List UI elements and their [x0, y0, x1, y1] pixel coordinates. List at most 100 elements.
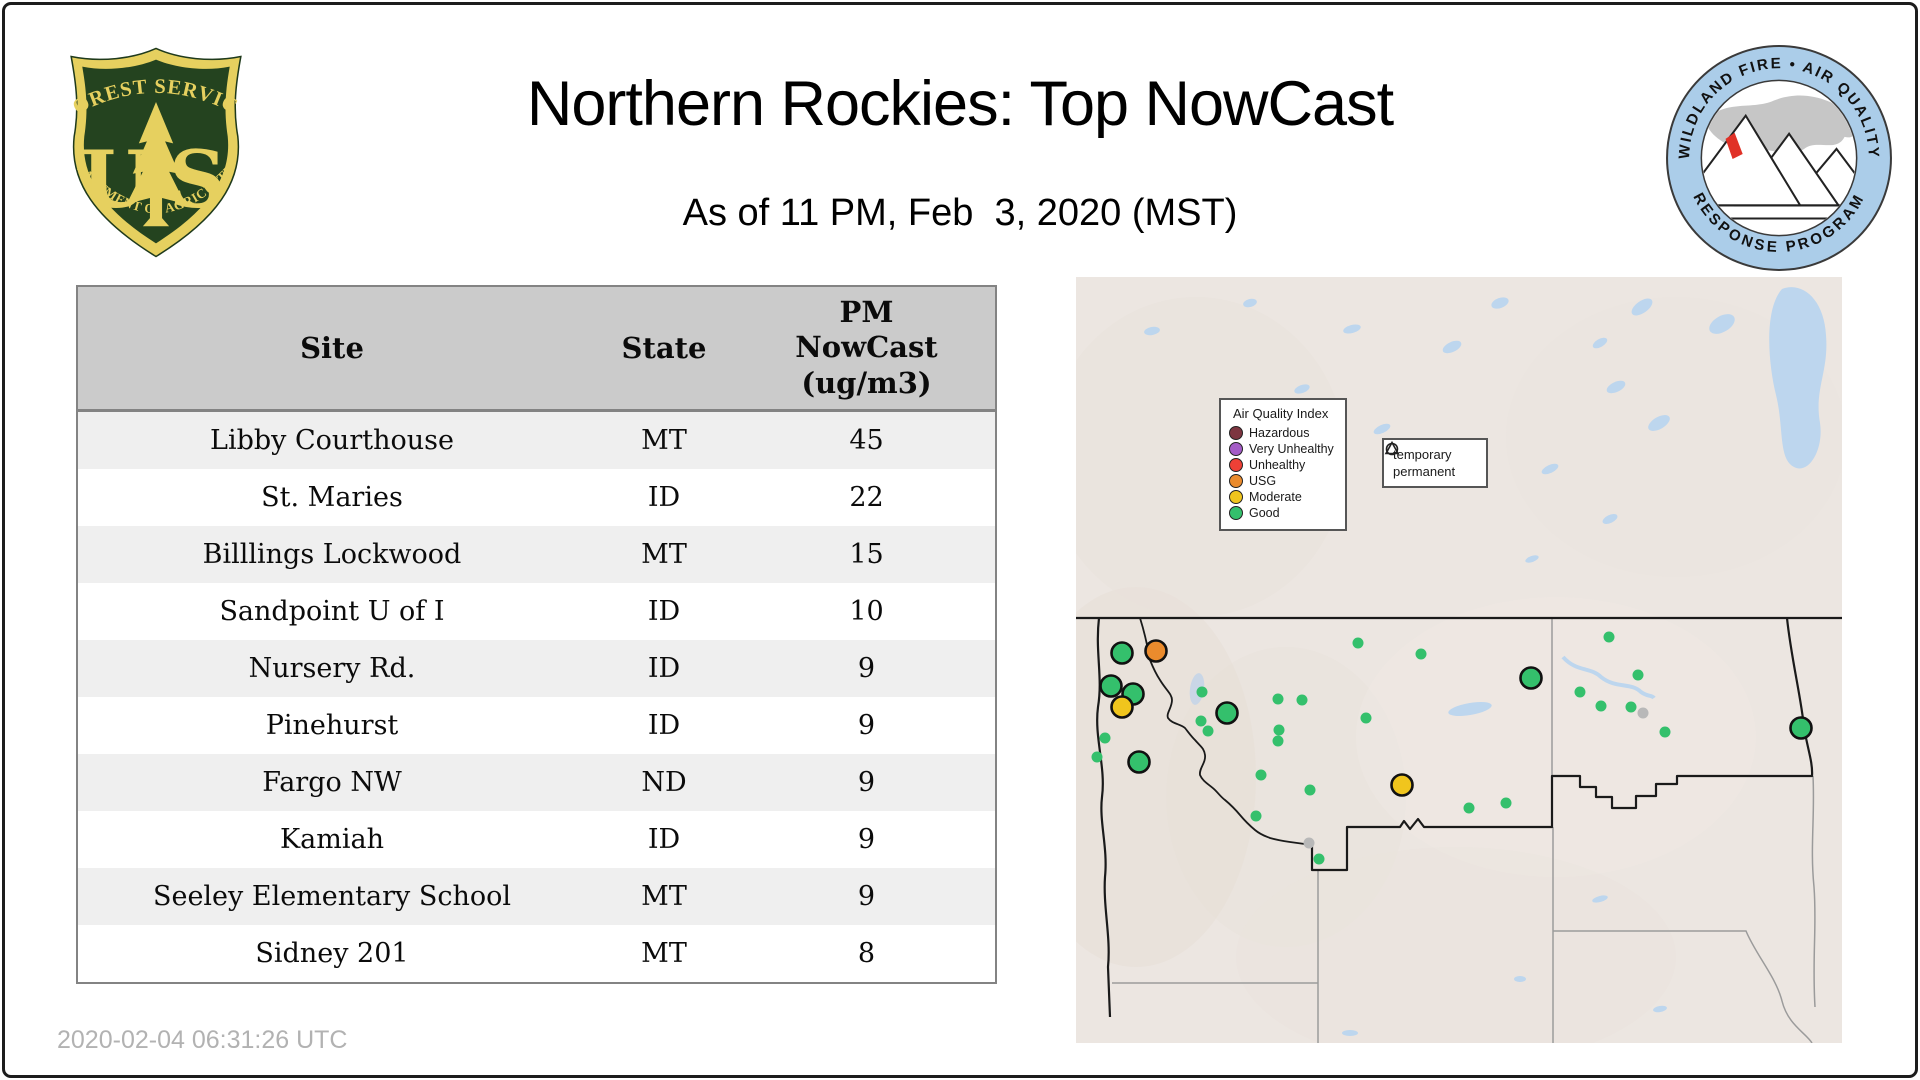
site-cell: Fargo NW	[78, 767, 586, 798]
page-title: Northern Rockies: Top NowCast	[0, 68, 1920, 140]
monitor-marker	[1274, 725, 1285, 736]
table-row: Kamiah ID 9	[78, 811, 995, 868]
value-cell: 9	[742, 767, 991, 798]
legend-item: USG	[1229, 474, 1339, 488]
legend-item-label: USG	[1249, 474, 1276, 488]
monitor-marker	[1604, 632, 1615, 643]
generated-timestamp: 2020-02-04 06:31:26 UTC	[57, 1026, 347, 1055]
monitor-marker	[1464, 803, 1475, 814]
table-row: Billlings Lockwood MT 15	[78, 526, 995, 583]
monitor-marker	[1100, 733, 1111, 744]
nowcast-table: Site State PM NowCast (ug/m3) Libby Cour…	[76, 285, 997, 984]
monitor-marker	[1273, 694, 1284, 705]
legend-color-dot	[1229, 442, 1243, 456]
legend-color-dot	[1229, 506, 1243, 520]
monitor-marker	[1353, 638, 1364, 649]
legend-item: Good	[1229, 506, 1339, 520]
table-row: Sandpoint U of I ID 10	[78, 583, 995, 640]
monitor-marker	[1791, 718, 1812, 739]
permanent-label: permanent	[1393, 464, 1455, 479]
monitor-marker	[1596, 701, 1607, 712]
site-cell: Billlings Lockwood	[78, 539, 586, 570]
monitor-marker	[1129, 752, 1150, 773]
monitor-marker	[1217, 703, 1238, 724]
monitor-marker	[1256, 770, 1267, 781]
state-cell: MT	[586, 938, 742, 969]
aqi-legend: Air Quality Index Hazardous Very Unhealt…	[1219, 398, 1347, 531]
monitor-marker	[1660, 727, 1671, 738]
state-cell: ID	[586, 710, 742, 741]
value-cell: 8	[742, 938, 991, 969]
monitor-marker	[1633, 670, 1644, 681]
monitor-marker	[1626, 702, 1637, 713]
aqi-legend-title: Air Quality Index	[1233, 406, 1339, 421]
wfaqrp-logo: WILDLAND FIRE • AIR QUALITY RESPONSE PRO…	[1663, 42, 1895, 274]
aqi-legend-items: Hazardous Very Unhealthy Unhealthy USG M…	[1229, 426, 1339, 520]
value-cell: 9	[742, 653, 991, 684]
state-cell: ND	[586, 767, 742, 798]
legend-item-label: Moderate	[1249, 490, 1302, 504]
site-cell: Sidney 201	[78, 938, 586, 969]
site-cell: St. Maries	[78, 482, 586, 513]
site-cell: Pinehurst	[78, 710, 586, 741]
state-cell: MT	[586, 425, 742, 456]
monitor-marker	[1196, 716, 1207, 727]
value-cell: 9	[742, 824, 991, 855]
table-header-row: Site State PM NowCast (ug/m3)	[78, 287, 995, 412]
monitor-marker	[1314, 854, 1325, 865]
temporary-label: temporary	[1393, 447, 1452, 462]
monitor-marker	[1304, 838, 1315, 849]
table-body: Libby Courthouse MT 45 St. Maries ID 22 …	[78, 412, 995, 982]
monitor-marker	[1273, 736, 1284, 747]
legend-color-dot	[1229, 474, 1243, 488]
value-cell: 45	[742, 425, 991, 456]
table-row: St. Maries ID 22	[78, 469, 995, 526]
monitor-marker	[1501, 798, 1512, 809]
monitor-marker	[1575, 687, 1586, 698]
value-cell: 15	[742, 539, 991, 570]
site-cell: Nursery Rd.	[78, 653, 586, 684]
monitor-marker	[1251, 811, 1262, 822]
value-cell: 9	[742, 710, 991, 741]
site-cell: Kamiah	[78, 824, 586, 855]
state-cell: MT	[586, 881, 742, 912]
monitor-marker	[1092, 752, 1103, 763]
legend-item-label: Unhealthy	[1249, 458, 1305, 472]
col-header-pm-nowcast: PM NowCast (ug/m3)	[742, 295, 991, 401]
table-row: Seeley Elementary School MT 9	[78, 868, 995, 925]
state-cell: ID	[586, 824, 742, 855]
monitor-marker	[1305, 785, 1316, 796]
legend-color-dot	[1229, 458, 1243, 472]
legend-item-label: Good	[1249, 506, 1280, 520]
monitor-marker	[1416, 649, 1427, 660]
monitor-marker	[1521, 668, 1542, 689]
legend-color-dot	[1229, 426, 1243, 440]
site-cell: Seeley Elementary School	[78, 881, 586, 912]
value-cell: 10	[742, 596, 991, 627]
legend-item-label: Hazardous	[1249, 426, 1309, 440]
monitor-marker	[1392, 775, 1413, 796]
table-row: Nursery Rd. ID 9	[78, 640, 995, 697]
legend-item: Unhealthy	[1229, 458, 1339, 472]
monitor-marker	[1146, 641, 1167, 662]
map-canvas	[1076, 277, 1842, 1043]
monitor-marker	[1361, 713, 1372, 724]
state-cell: ID	[586, 653, 742, 684]
table-row: Libby Courthouse MT 45	[78, 412, 995, 469]
monitor-marker	[1112, 643, 1133, 664]
legend-item: Very Unhealthy	[1229, 442, 1339, 456]
report-datetime: As of 11 PM, Feb 3, 2020 (MST)	[0, 192, 1920, 235]
monitor-marker	[1638, 708, 1649, 719]
state-cell: ID	[586, 596, 742, 627]
value-cell: 9	[742, 881, 991, 912]
legend-item: Moderate	[1229, 490, 1339, 504]
state-cell: ID	[586, 482, 742, 513]
table-row: Sidney 201 MT 8	[78, 925, 995, 982]
monitor-marker	[1197, 687, 1208, 698]
col-header-site: Site	[78, 331, 586, 365]
monitor-marker	[1297, 695, 1308, 706]
table-row: Pinehurst ID 9	[78, 697, 995, 754]
monitor-marker	[1112, 697, 1133, 718]
monitor-marker	[1101, 676, 1122, 697]
value-cell: 22	[742, 482, 991, 513]
